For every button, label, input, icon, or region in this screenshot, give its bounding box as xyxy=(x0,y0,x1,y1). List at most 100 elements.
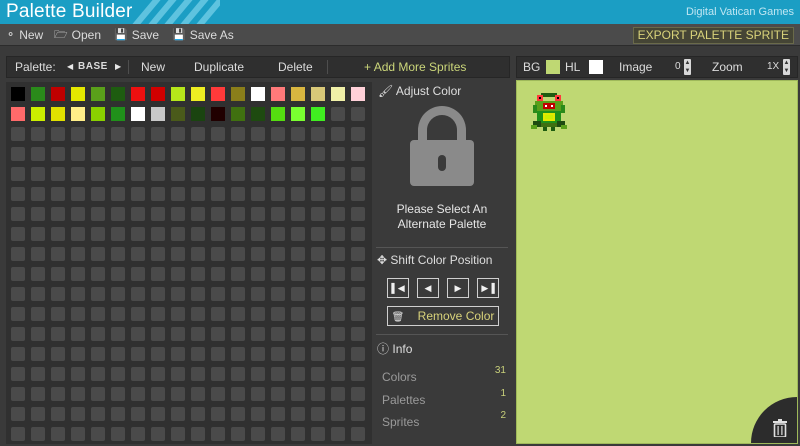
empty-swatch-slot xyxy=(231,187,245,201)
empty-swatch-slot xyxy=(211,387,225,401)
image-value: 0 xyxy=(675,61,681,72)
empty-swatch-slot xyxy=(331,367,345,381)
color-swatch[interactable] xyxy=(191,107,205,121)
empty-swatch-slot xyxy=(111,267,125,281)
empty-swatch-slot xyxy=(351,387,365,401)
color-swatch[interactable] xyxy=(311,107,325,121)
new-palette-button[interactable]: New xyxy=(141,57,165,77)
empty-swatch-slot xyxy=(271,227,285,241)
empty-swatch-slot xyxy=(91,187,105,201)
empty-swatch-slot xyxy=(251,187,265,201)
color-swatch[interactable] xyxy=(211,107,225,121)
empty-swatch-slot xyxy=(251,247,265,261)
hl-color-swatch[interactable] xyxy=(589,60,603,74)
empty-swatch-slot xyxy=(11,307,25,321)
duplicate-palette-button[interactable]: Duplicate xyxy=(194,57,244,77)
bg-color-swatch[interactable] xyxy=(546,60,560,74)
zoom-stepper[interactable]: ▲ ▼ xyxy=(783,59,790,75)
color-swatch[interactable] xyxy=(291,87,305,101)
color-swatch[interactable] xyxy=(171,87,185,101)
image-stepper[interactable]: ▲ ▼ xyxy=(684,59,691,75)
color-swatch[interactable] xyxy=(251,107,265,121)
empty-swatch-slot xyxy=(151,287,165,301)
empty-swatch-slot xyxy=(251,387,265,401)
color-swatch[interactable] xyxy=(31,107,45,121)
add-more-sprites-button[interactable]: + Add More Sprites xyxy=(364,57,466,77)
empty-swatch-slot xyxy=(271,267,285,281)
empty-swatch-slot xyxy=(351,147,365,161)
empty-swatch-slot xyxy=(291,407,305,421)
empty-swatch-slot xyxy=(131,227,145,241)
delete-palette-button[interactable]: Delete xyxy=(278,57,313,77)
open-button[interactable]: 🗁 Open xyxy=(54,24,101,46)
sprite-preview-canvas[interactable] xyxy=(516,80,798,444)
color-swatch[interactable] xyxy=(131,87,145,101)
shift-first-button[interactable]: ▌◀ xyxy=(387,278,409,298)
color-swatch[interactable] xyxy=(251,87,265,101)
new-button[interactable]: ⚬ New xyxy=(6,24,43,46)
frog-sprite-image xyxy=(531,93,567,131)
color-swatch[interactable] xyxy=(51,107,65,121)
empty-swatch-slot xyxy=(191,187,205,201)
empty-swatch-slot xyxy=(331,127,345,141)
color-swatch[interactable] xyxy=(331,87,345,101)
color-swatch[interactable] xyxy=(151,87,165,101)
adjust-color-header: 🖌 Adjust Color xyxy=(378,84,461,98)
color-swatch[interactable] xyxy=(271,87,285,101)
lock-icon xyxy=(410,106,474,186)
empty-swatch-slot xyxy=(211,307,225,321)
next-palette-arrow-icon[interactable]: ▶ xyxy=(115,57,121,77)
empty-swatch-slot xyxy=(231,227,245,241)
export-palette-sprite-button[interactable]: EXPORT PALETTE SPRITE xyxy=(632,27,794,44)
empty-swatch-slot xyxy=(111,347,125,361)
empty-swatch-slot xyxy=(191,347,205,361)
empty-swatch-slot xyxy=(51,307,65,321)
color-swatch[interactable] xyxy=(71,107,85,121)
color-swatch[interactable] xyxy=(231,87,245,101)
color-swatch[interactable] xyxy=(91,107,105,121)
remove-color-button[interactable]: 🗑 Remove Color xyxy=(387,306,499,326)
color-swatch[interactable] xyxy=(111,107,125,121)
color-swatch[interactable] xyxy=(111,87,125,101)
save-button[interactable]: 💾 Save xyxy=(114,24,159,46)
empty-swatch-slot xyxy=(231,427,245,441)
color-swatch[interactable] xyxy=(351,87,365,101)
color-swatch[interactable] xyxy=(211,87,225,101)
color-swatch[interactable] xyxy=(11,87,25,101)
color-swatch[interactable] xyxy=(231,107,245,121)
color-swatch[interactable] xyxy=(151,107,165,121)
color-swatch[interactable] xyxy=(311,87,325,101)
empty-swatch-slot xyxy=(191,387,205,401)
color-swatch[interactable] xyxy=(11,107,25,121)
empty-swatch-slot xyxy=(331,407,345,421)
empty-swatch-slot xyxy=(91,307,105,321)
remove-color-label: Remove Color xyxy=(417,309,495,323)
color-swatch[interactable] xyxy=(51,87,65,101)
color-swatch[interactable] xyxy=(271,107,285,121)
delete-sprite-button[interactable] xyxy=(751,397,797,443)
color-swatch[interactable] xyxy=(291,107,305,121)
prev-palette-arrow-icon[interactable]: ◀ xyxy=(67,57,73,77)
divider xyxy=(376,334,508,335)
color-swatch[interactable] xyxy=(171,107,185,121)
empty-swatch-slot xyxy=(331,187,345,201)
color-swatch[interactable] xyxy=(31,87,45,101)
bg-label: BG xyxy=(523,60,541,74)
empty-swatch-slot xyxy=(131,367,145,381)
info-label: Palettes xyxy=(382,393,426,407)
shift-left-button[interactable]: ◀ xyxy=(417,278,439,298)
color-swatch[interactable] xyxy=(191,87,205,101)
shift-right-button[interactable]: ▶ xyxy=(447,278,469,298)
shift-last-button[interactable]: ▶▐ xyxy=(477,278,499,298)
empty-swatch-slot xyxy=(91,327,105,341)
save-button-label: Save xyxy=(131,28,160,42)
empty-swatch-slot xyxy=(291,247,305,261)
color-swatch[interactable] xyxy=(91,87,105,101)
empty-swatch-slot xyxy=(151,267,165,281)
color-swatch[interactable] xyxy=(131,107,145,121)
color-swatch[interactable] xyxy=(71,87,85,101)
empty-swatch-slot xyxy=(191,327,205,341)
empty-swatch-slot xyxy=(171,207,185,221)
info-value: 31 xyxy=(494,365,506,376)
save-as-button[interactable]: 💾 Save As xyxy=(172,24,234,46)
